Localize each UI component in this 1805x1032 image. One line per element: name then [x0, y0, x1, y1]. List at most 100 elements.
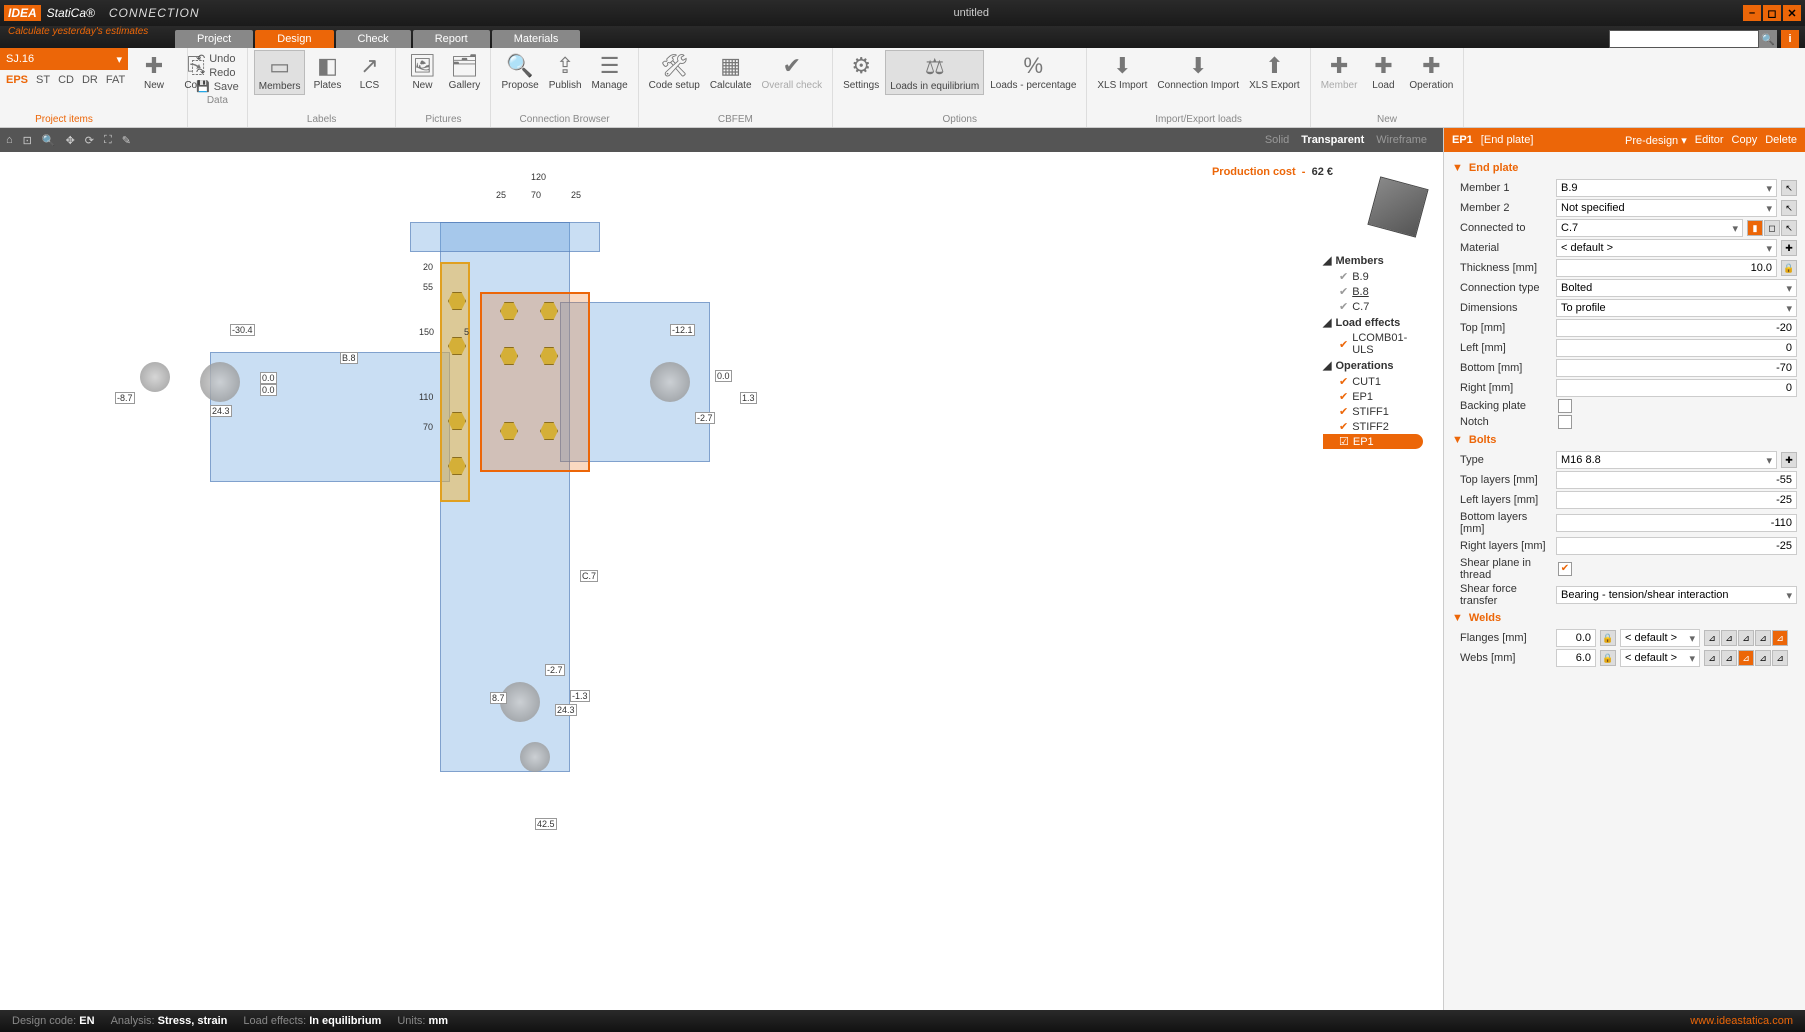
tree-op-selected[interactable]: ☑EP1	[1323, 434, 1423, 449]
left-input[interactable]: 0	[1556, 339, 1797, 357]
connection-import-button[interactable]: ⬇Connection Import	[1153, 50, 1243, 93]
weld-icon[interactable]: ⊿	[1772, 650, 1788, 666]
weld-icon[interactable]: ⊿	[1721, 630, 1737, 646]
weld-icon[interactable]: ⊿	[1755, 650, 1771, 666]
overall-check-button[interactable]: ✔Overall check	[758, 50, 827, 93]
mode-icon[interactable]: ◻	[1764, 220, 1780, 236]
loads-percentage-button[interactable]: %Loads - percentage	[986, 50, 1080, 93]
add-icon[interactable]: ✚	[1781, 240, 1797, 256]
project-tab-fat[interactable]: FAT	[106, 74, 125, 86]
tree-op[interactable]: ✔CUT1	[1323, 374, 1423, 389]
tree-members-header[interactable]: ◢ Members	[1323, 252, 1423, 269]
zoom-window-icon[interactable]: ⊡	[23, 134, 32, 147]
section-endplate[interactable]: ▼ End plate	[1452, 158, 1797, 178]
material-select[interactable]: < default >	[1556, 239, 1777, 257]
lock-icon[interactable]: 🔒	[1600, 630, 1616, 646]
top-input[interactable]: -20	[1556, 319, 1797, 337]
weld-icon[interactable]: ⊿	[1721, 650, 1737, 666]
undo-button[interactable]: ↶Undo	[196, 52, 239, 65]
weld-icon[interactable]: ⊿	[1738, 650, 1754, 666]
search-input[interactable]	[1609, 30, 1759, 48]
propose-button[interactable]: 🔍Propose	[497, 50, 542, 93]
lock-icon[interactable]: 🔒	[1781, 260, 1797, 276]
code-setup-button[interactable]: 🛠Code setup	[645, 50, 704, 93]
pan-icon[interactable]: ✥	[66, 134, 75, 147]
pick-icon[interactable]: ↖	[1781, 220, 1797, 236]
search-button[interactable]: 🔍	[1759, 30, 1777, 48]
pick-icon[interactable]: ↖	[1781, 200, 1797, 216]
delete-op-button[interactable]: Delete	[1765, 134, 1797, 146]
new-picture-button[interactable]: 🖼New	[402, 50, 442, 93]
right-input[interactable]: 0	[1556, 379, 1797, 397]
weld-icon[interactable]: ⊿	[1772, 630, 1788, 646]
tab-project[interactable]: Project	[175, 30, 253, 48]
dimensions-select[interactable]: To profile	[1556, 299, 1797, 317]
webs-input[interactable]: 6.0	[1556, 649, 1596, 667]
lcs-button[interactable]: ↗LCS	[349, 50, 389, 93]
settings-button[interactable]: ⚙Settings	[839, 50, 883, 93]
predesign-button[interactable]: Pre-design ▾	[1625, 134, 1687, 147]
mode-icon[interactable]: ▮	[1747, 220, 1763, 236]
weld-icon[interactable]: ⊿	[1755, 630, 1771, 646]
flanges-mat-select[interactable]: < default >	[1620, 629, 1700, 647]
save-button[interactable]: 💾Save	[196, 80, 239, 93]
home-view-icon[interactable]: ⌂	[6, 134, 13, 146]
bottom-input[interactable]: -70	[1556, 359, 1797, 377]
fit-icon[interactable]: ⛶	[104, 134, 112, 147]
manage-button[interactable]: ☰Manage	[588, 50, 632, 93]
new-member-button[interactable]: ✚Member	[1317, 50, 1362, 93]
tree-op[interactable]: ✔STIFF2	[1323, 419, 1423, 434]
tree-loads-header[interactable]: ◢ Load effects	[1323, 314, 1423, 331]
view-wireframe[interactable]: Wireframe	[1376, 134, 1427, 146]
section-welds[interactable]: ▼ Welds	[1452, 608, 1797, 628]
copy-op-button[interactable]: Copy	[1732, 134, 1758, 146]
brush-icon[interactable]: ✎	[122, 134, 131, 147]
3d-viewport[interactable]: Production cost - 62 € ◢ Members ✔B.9 ✔B…	[0, 152, 1443, 1010]
right-layers-input[interactable]: -25	[1556, 537, 1797, 555]
new-item-button[interactable]: ✚New	[134, 50, 174, 93]
maximize-button[interactable]: ◻	[1763, 5, 1781, 21]
thickness-input[interactable]: 10.0	[1556, 259, 1777, 277]
tree-op[interactable]: ✔STIFF1	[1323, 404, 1423, 419]
view-transparent[interactable]: Transparent	[1301, 134, 1364, 146]
navigation-cube[interactable]	[1367, 176, 1428, 237]
bottom-layers-input[interactable]: -110	[1556, 514, 1797, 532]
members-button[interactable]: ▭Members	[254, 50, 306, 95]
tab-check[interactable]: Check	[336, 30, 411, 48]
tab-materials[interactable]: Materials	[492, 30, 581, 48]
weld-icon[interactable]: ⊿	[1738, 630, 1754, 646]
conntype-select[interactable]: Bolted	[1556, 279, 1797, 297]
tree-load[interactable]: ✔LCOMB01-ULS	[1323, 331, 1423, 357]
view-solid[interactable]: Solid	[1265, 134, 1289, 146]
help-button[interactable]: i	[1781, 30, 1799, 48]
close-button[interactable]: ✕	[1783, 5, 1801, 21]
zoom-icon[interactable]: 🔍	[42, 134, 56, 147]
tree-member[interactable]: ✔B.9	[1323, 269, 1423, 284]
pick-icon[interactable]: ↖	[1781, 180, 1797, 196]
project-select[interactable]: SJ.16▾	[0, 48, 128, 70]
top-layers-input[interactable]: -55	[1556, 471, 1797, 489]
left-layers-input[interactable]: -25	[1556, 491, 1797, 509]
tree-ops-header[interactable]: ◢ Operations	[1323, 357, 1423, 374]
lock-icon[interactable]: 🔒	[1600, 650, 1616, 666]
weld-icon[interactable]: ⊿	[1704, 630, 1720, 646]
section-bolts[interactable]: ▼ Bolts	[1452, 430, 1797, 450]
tree-member[interactable]: ✔C.7	[1323, 299, 1423, 314]
flanges-input[interactable]: 0.0	[1556, 629, 1596, 647]
loads-equilibrium-button[interactable]: ⚖Loads in equilibrium	[885, 50, 984, 95]
backing-checkbox[interactable]	[1558, 399, 1572, 413]
tree-op[interactable]: ✔EP1	[1323, 389, 1423, 404]
minimize-button[interactable]: –	[1743, 5, 1761, 21]
editor-button[interactable]: Editor	[1695, 134, 1724, 146]
webs-mat-select[interactable]: < default >	[1620, 649, 1700, 667]
website-link[interactable]: www.ideastatica.com	[1690, 1015, 1793, 1027]
project-tab-eps[interactable]: EPS	[6, 74, 28, 86]
xls-import-button[interactable]: ⬇XLS Import	[1093, 50, 1151, 93]
plates-button[interactable]: ◧Plates	[307, 50, 347, 93]
tree-member[interactable]: ✔B.8	[1323, 284, 1423, 299]
shearforce-select[interactable]: Bearing - tension/shear interaction	[1556, 586, 1797, 604]
connectedto-select[interactable]: C.7	[1556, 219, 1743, 237]
project-tab-cd[interactable]: CD	[58, 74, 74, 86]
new-operation-button[interactable]: ✚Operation	[1405, 50, 1457, 93]
project-tab-dr[interactable]: DR	[82, 74, 98, 86]
